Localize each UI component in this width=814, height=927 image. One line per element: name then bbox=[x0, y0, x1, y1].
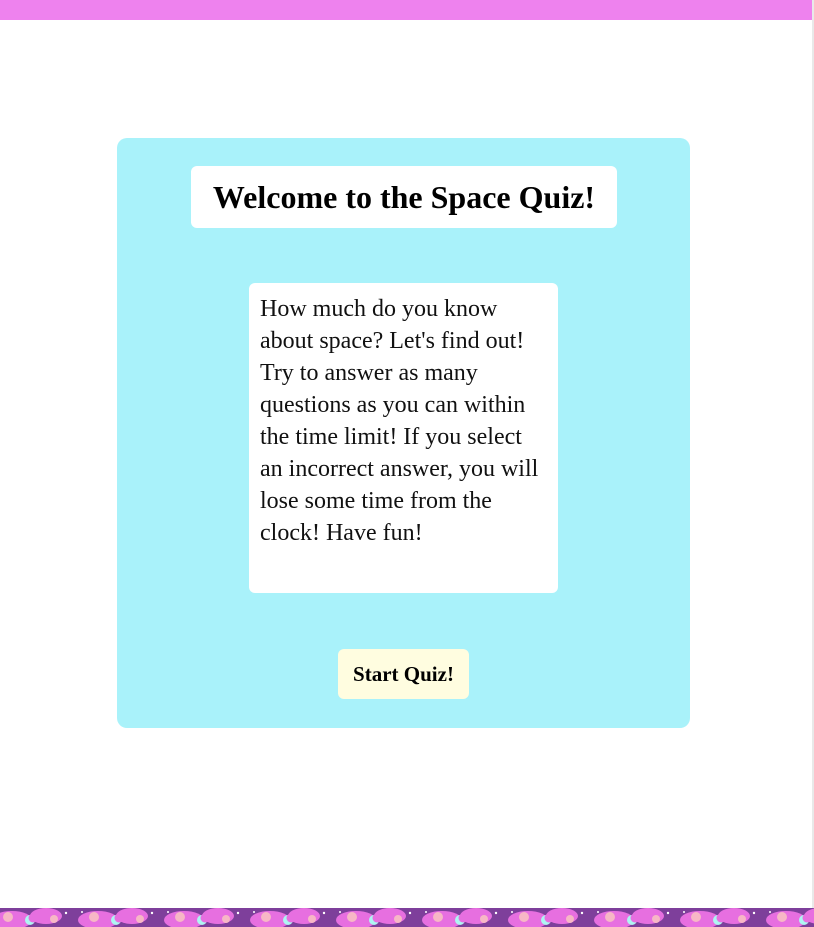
space-pattern-footer bbox=[0, 908, 814, 927]
start-quiz-button[interactable]: Start Quiz! bbox=[338, 649, 469, 699]
quiz-page: Welcome to the Space Quiz! How much do y… bbox=[0, 0, 814, 927]
top-banner bbox=[0, 0, 814, 20]
instructions-container: How much do you know about space? Let's … bbox=[249, 283, 558, 593]
title-container: Welcome to the Space Quiz! bbox=[191, 166, 617, 228]
instructions-text: How much do you know about space? Let's … bbox=[260, 296, 539, 546]
page-title: Welcome to the Space Quiz! bbox=[212, 178, 596, 215]
space-pattern-icon bbox=[0, 908, 814, 927]
quiz-welcome-card: Welcome to the Space Quiz! How much do y… bbox=[117, 138, 690, 728]
